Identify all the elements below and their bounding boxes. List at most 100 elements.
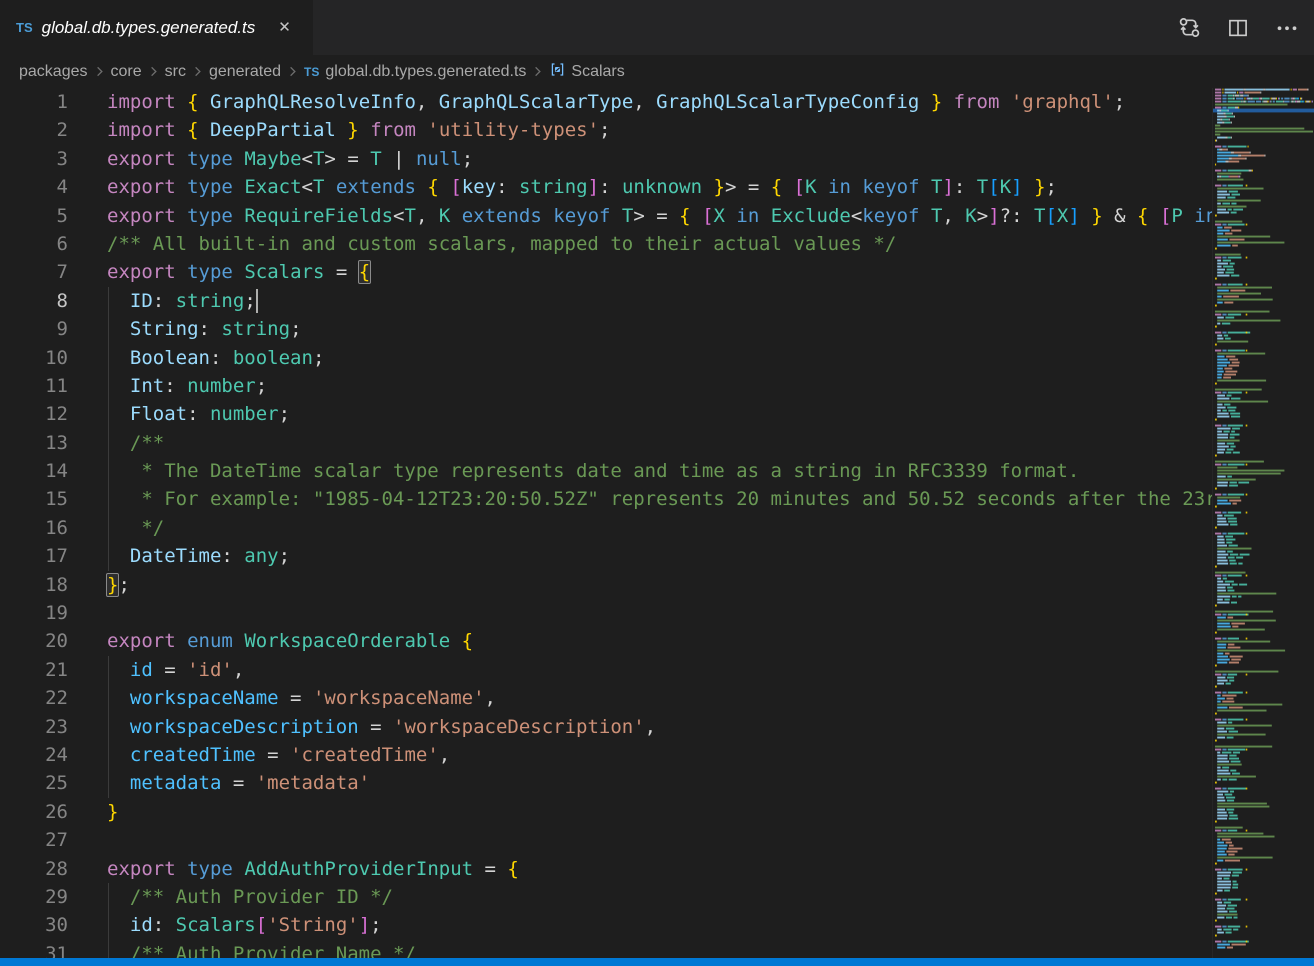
line-number[interactable]: 27	[0, 826, 68, 854]
code-line[interactable]: 24 createdTime = 'createdTime',	[0, 741, 1212, 769]
line-number[interactable]: 13	[0, 429, 68, 457]
minimap[interactable]	[1212, 88, 1314, 958]
code-line[interactable]: 9 String: string;	[0, 315, 1212, 343]
code-token: export	[107, 205, 176, 227]
breadcrumb-item-generated[interactable]: generated	[209, 63, 281, 81]
code-token: type	[187, 148, 233, 170]
code-line[interactable]: 20export enum WorkspaceOrderable {	[0, 627, 1212, 655]
code-line[interactable]: 4export type Exact<T extends { [key: str…	[0, 173, 1212, 201]
line-number[interactable]: 19	[0, 599, 68, 627]
line-number[interactable]: 24	[0, 741, 68, 769]
code-token: in	[1194, 205, 1212, 227]
code-line[interactable]: 26}	[0, 798, 1212, 826]
code-line[interactable]: 1import { GraphQLResolveInfo, GraphQLSca…	[0, 88, 1212, 116]
line-number[interactable]: 14	[0, 457, 68, 485]
code-line[interactable]: 31 /** Auth Provider Name */	[0, 940, 1212, 958]
breadcrumb-item-core[interactable]: core	[111, 63, 142, 81]
line-number[interactable]: 8	[0, 287, 68, 315]
line-number[interactable]: 15	[0, 485, 68, 513]
line-number[interactable]: 23	[0, 713, 68, 741]
code-token: ,	[485, 687, 496, 709]
code-editor[interactable]: 1import { GraphQLResolveInfo, GraphQLSca…	[0, 88, 1212, 958]
code-line[interactable]: 15 * For example: "1985-04-12T23:20:50.5…	[0, 485, 1212, 513]
code-line[interactable]: 17 DateTime: any;	[0, 542, 1212, 570]
code-text: String: string;	[68, 315, 302, 343]
code-line[interactable]: 28export type AddAuthProviderInput = {	[0, 855, 1212, 883]
line-number[interactable]: 17	[0, 542, 68, 570]
code-token: <	[851, 205, 862, 227]
code-token: export	[107, 858, 176, 880]
line-number[interactable]: 28	[0, 855, 68, 883]
code-line[interactable]: 5export type RequireFields<T, K extends …	[0, 202, 1212, 230]
code-token: * For example: "1985-04-12T23:20:50.52Z"…	[107, 488, 1212, 510]
code-line[interactable]: 8 ID: string;	[0, 287, 1212, 315]
code-line[interactable]: 3export type Maybe<T> = T | null;	[0, 145, 1212, 173]
close-icon[interactable]: ✕	[274, 17, 295, 38]
breadcrumb-file[interactable]: TSglobal.db.types.generated.ts	[304, 63, 526, 81]
line-number[interactable]: 7	[0, 258, 68, 286]
line-number[interactable]: 25	[0, 769, 68, 797]
code-token	[176, 176, 187, 198]
line-number[interactable]: 21	[0, 656, 68, 684]
line-number[interactable]: 29	[0, 883, 68, 911]
code-token	[107, 403, 130, 425]
code-line[interactable]: 12 Float: number;	[0, 400, 1212, 428]
code-token: ;	[256, 375, 267, 397]
code-token: =	[473, 858, 507, 880]
breadcrumb-symbol-scalars[interactable]: Scalars	[549, 61, 624, 83]
code-token: :	[599, 176, 622, 198]
code-token: [	[1160, 205, 1171, 227]
code-line[interactable]: 13 /**	[0, 429, 1212, 457]
more-actions-button[interactable]	[1274, 15, 1300, 41]
code-token: 'utility-types'	[427, 119, 599, 141]
code-token: workspaceDescription	[130, 716, 359, 738]
code-token: :	[496, 176, 519, 198]
code-line[interactable]: 16 */	[0, 514, 1212, 542]
line-number[interactable]: 1	[0, 88, 68, 116]
line-number[interactable]: 20	[0, 627, 68, 655]
line-number[interactable]: 10	[0, 344, 68, 372]
code-line[interactable]: 7export type Scalars = {	[0, 258, 1212, 286]
code-token: Exclude	[771, 205, 851, 227]
line-number[interactable]: 22	[0, 684, 68, 712]
line-number[interactable]: 2	[0, 116, 68, 144]
breadcrumb-item-packages[interactable]: packages	[19, 63, 88, 81]
code-token: createdTime	[130, 744, 256, 766]
code-line[interactable]: 18};	[0, 571, 1212, 599]
line-number[interactable]: 3	[0, 145, 68, 173]
line-number[interactable]: 11	[0, 372, 68, 400]
line-number[interactable]: 30	[0, 911, 68, 939]
line-number[interactable]: 9	[0, 315, 68, 343]
code-text: workspaceDescription = 'workspaceDescrip…	[68, 713, 656, 741]
breadcrumb-item-src[interactable]: src	[165, 63, 186, 81]
code-line[interactable]: 19	[0, 599, 1212, 627]
code-line[interactable]: 30 id: Scalars['String'];	[0, 911, 1212, 939]
code-token: ]	[1011, 176, 1022, 198]
split-editor-button[interactable]	[1225, 15, 1251, 41]
code-line[interactable]: 29 /** Auth Provider ID */	[0, 883, 1212, 911]
code-line[interactable]: 11 Int: number;	[0, 372, 1212, 400]
ellipsis-icon	[1275, 16, 1299, 40]
code-line[interactable]: 10 Boolean: boolean;	[0, 344, 1212, 372]
code-line[interactable]: 21 id = 'id',	[0, 656, 1212, 684]
code-token: =	[221, 772, 255, 794]
line-number[interactable]: 6	[0, 230, 68, 258]
line-number[interactable]: 16	[0, 514, 68, 542]
code-line[interactable]: 25 metadata = 'metadata'	[0, 769, 1212, 797]
code-line[interactable]: 14 * The DateTime scalar type represents…	[0, 457, 1212, 485]
line-number[interactable]: 26	[0, 798, 68, 826]
line-number[interactable]: 18	[0, 571, 68, 599]
code-token: ,	[416, 91, 439, 113]
code-line[interactable]: 27	[0, 826, 1212, 854]
code-token: {	[187, 91, 198, 113]
tab-global-db-types-generated[interactable]: TS global.db.types.generated.ts ✕	[0, 0, 313, 55]
code-line[interactable]: 23 workspaceDescription = 'workspaceDesc…	[0, 713, 1212, 741]
line-number[interactable]: 5	[0, 202, 68, 230]
code-line[interactable]: 6/** All built-in and custom scalars, ma…	[0, 230, 1212, 258]
open-changes-button[interactable]	[1176, 15, 1202, 41]
line-number[interactable]: 4	[0, 173, 68, 201]
line-number[interactable]: 12	[0, 400, 68, 428]
code-line[interactable]: 2import { DeepPartial } from 'utility-ty…	[0, 116, 1212, 144]
code-line[interactable]: 22 workspaceName = 'workspaceName',	[0, 684, 1212, 712]
line-number[interactable]: 31	[0, 940, 68, 958]
